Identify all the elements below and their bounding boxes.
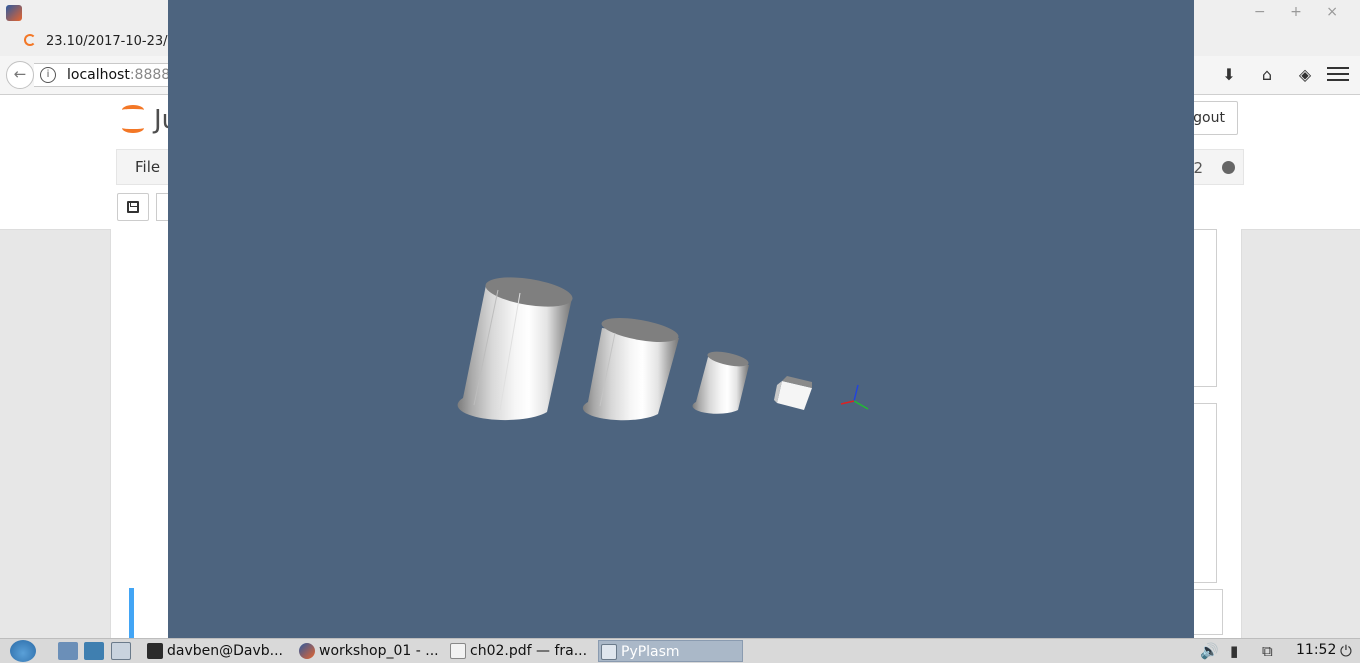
battery-icon[interactable]: ▮ xyxy=(1230,642,1238,660)
jupyter-favicon-icon xyxy=(24,34,36,46)
power-icon[interactable]: ⏻ xyxy=(1340,642,1352,660)
taskbar-item-terminal[interactable]: davben@Davb... xyxy=(145,640,293,662)
code-cell[interactable] xyxy=(1191,589,1223,635)
kernel-status-icon xyxy=(1222,161,1235,174)
cylinder-medium xyxy=(582,318,679,421)
task-label: PyPlasm xyxy=(621,644,680,660)
save-icon xyxy=(127,201,139,213)
url-text: localhost:8888 xyxy=(67,67,170,83)
document-icon xyxy=(450,643,466,659)
clock[interactable]: 11:52 xyxy=(1296,642,1336,658)
task-label: davben@Davb... xyxy=(167,643,284,659)
hamburger-menu-icon[interactable] xyxy=(1327,63,1349,85)
show-desktop-icon[interactable] xyxy=(111,642,131,660)
save-button[interactable] xyxy=(117,193,149,221)
output-cell[interactable] xyxy=(1191,403,1217,583)
desktop-switcher-icon[interactable] xyxy=(84,642,104,660)
download-icon[interactable]: ⬇ xyxy=(1210,65,1248,84)
taskbar-item-firefox[interactable]: workshop_01 - ... xyxy=(297,640,443,662)
firefox-icon xyxy=(299,643,315,659)
cylinder-small xyxy=(692,351,749,414)
taskbar-item-pdf[interactable]: ch02.pdf — fra... xyxy=(448,640,594,662)
pyplasm-viewer[interactable] xyxy=(168,0,1194,638)
window-controls[interactable]: − + × xyxy=(1254,4,1348,20)
file-manager-icon[interactable] xyxy=(58,642,78,660)
menu-file[interactable]: File xyxy=(135,158,160,176)
axes-gizmo-icon xyxy=(840,384,869,410)
url-host: localhost xyxy=(67,67,130,83)
firefox-icon xyxy=(6,5,22,21)
jupyter-logo-icon[interactable] xyxy=(120,103,146,133)
task-label: ch02.pdf — fra... xyxy=(470,643,588,659)
network-icon[interactable]: ⧉ xyxy=(1262,642,1273,660)
prism-tiny xyxy=(774,376,812,410)
info-icon[interactable]: i xyxy=(40,67,56,83)
window-icon xyxy=(601,644,617,660)
back-button[interactable]: ← xyxy=(6,61,34,89)
taskbar: davben@Davb... workshop_01 - ... ch02.pd… xyxy=(0,638,1360,663)
task-label: workshop_01 - ... xyxy=(319,643,439,659)
cylinder-large xyxy=(457,277,573,421)
output-cell[interactable] xyxy=(1191,229,1217,387)
home-icon[interactable]: ⌂ xyxy=(1248,65,1286,84)
pocket-icon[interactable]: ◈ xyxy=(1286,65,1324,84)
tab-title: 23.10/2017-10-23/ xyxy=(46,34,168,49)
url-port: :8888 xyxy=(129,67,171,83)
start-menu-icon[interactable] xyxy=(10,640,36,662)
selected-cell-indicator xyxy=(129,588,134,638)
taskbar-item-pyplasm[interactable]: PyPlasm xyxy=(598,640,743,662)
volume-icon[interactable]: 🔊 xyxy=(1200,642,1219,660)
terminal-icon xyxy=(147,643,163,659)
browser-toolbar: ⬇ ⌂ ◈ xyxy=(1210,65,1324,84)
viewer-canvas[interactable] xyxy=(168,0,1194,638)
